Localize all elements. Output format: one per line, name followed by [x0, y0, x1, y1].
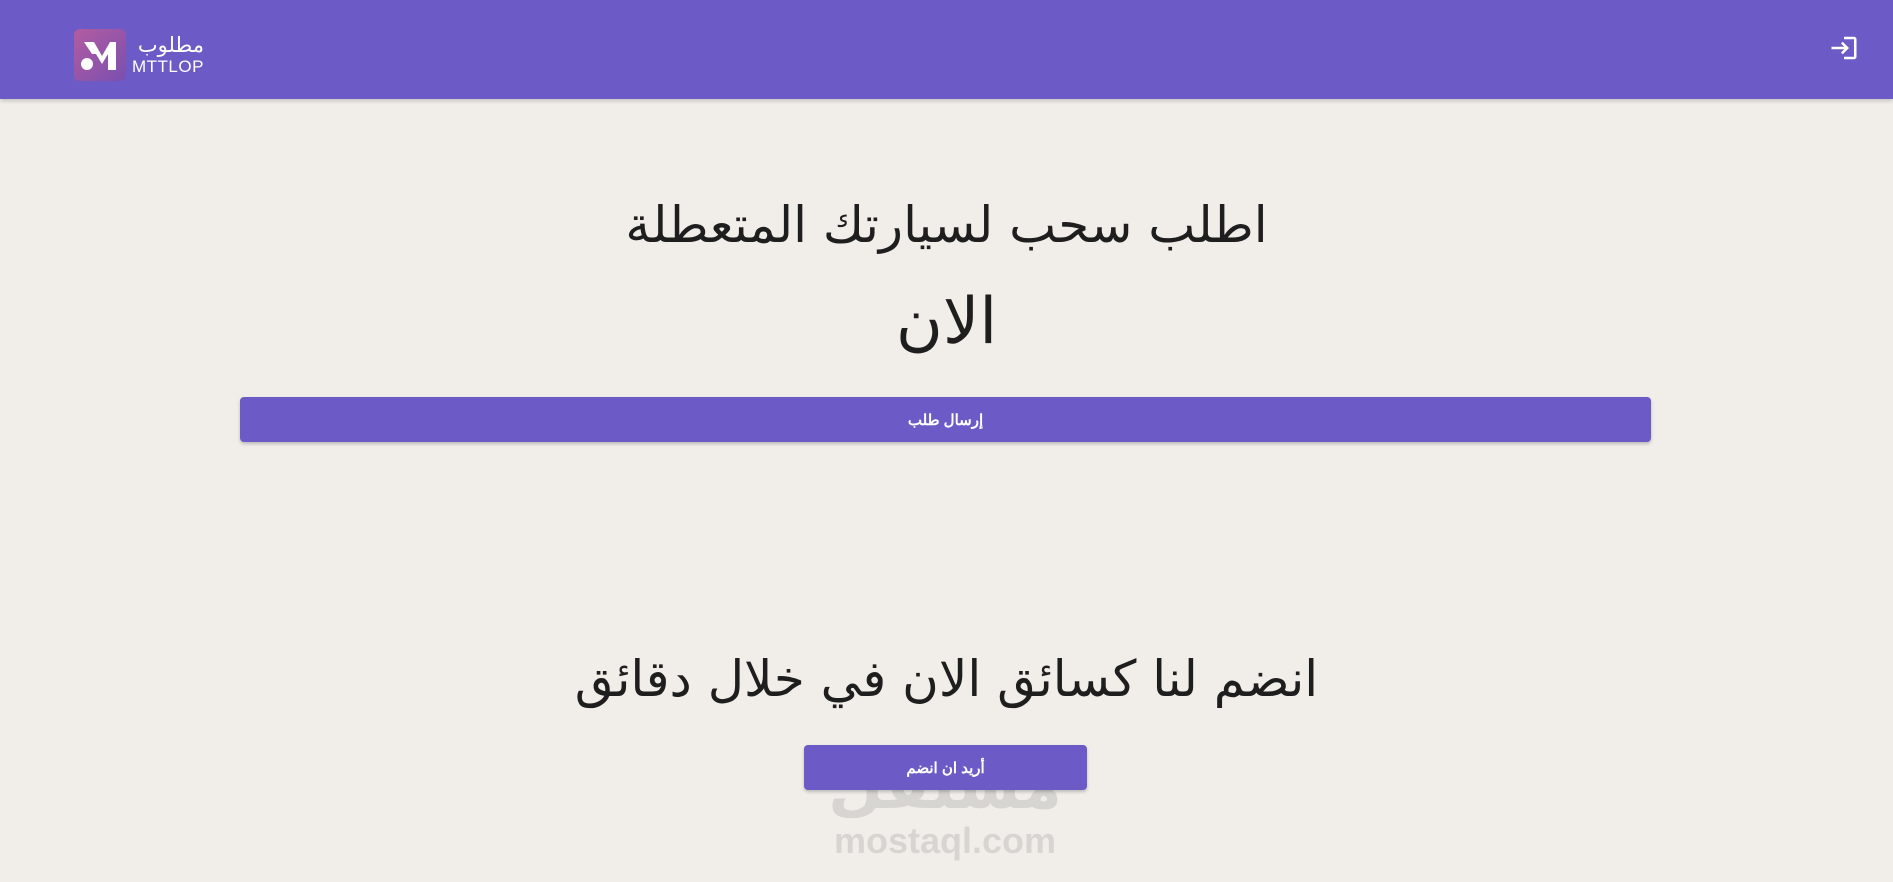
login-button[interactable] [1829, 33, 1859, 63]
hero-headline-now: الان [895, 285, 998, 359]
watermark-english: mostaql.com [833, 820, 1057, 861]
logo-text: مطلوب MTTLOP [132, 33, 204, 76]
join-as-driver-button[interactable]: أريد ان انضم [804, 745, 1087, 790]
logo-english-text: MTTLOP [132, 57, 204, 76]
brand-logo[interactable]: مطلوب MTTLOP [74, 28, 204, 82]
send-request-button[interactable]: إرسال طلب [240, 397, 1651, 442]
login-icon [1831, 36, 1857, 60]
hero-headline: اطلب سحب لسيارتك المتعطلة [625, 196, 1268, 254]
join-headline: انضم لنا كسائق الان في خلال دقائق [574, 650, 1319, 708]
logo-arabic-text: مطلوب [137, 33, 204, 57]
top-app-bar: مطلوب MTTLOP [0, 0, 1893, 99]
logo-m-icon [74, 29, 126, 81]
